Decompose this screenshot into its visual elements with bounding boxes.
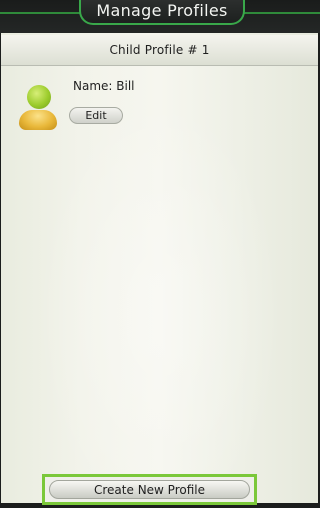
profiles-panel: Child Profile # 1 Name: Bill Edit xyxy=(1,33,318,503)
page-title-pill: Manage Profiles xyxy=(79,0,245,25)
page-title: Manage Profiles xyxy=(96,0,228,20)
profile-entry: Name: Bill Edit xyxy=(19,75,299,165)
avatar-head xyxy=(27,85,51,109)
avatar-body xyxy=(19,110,57,130)
create-new-profile-button[interactable]: Create New Profile xyxy=(49,480,250,499)
manage-profiles-screen: Manage Profiles Child Profile # 1 Name: … xyxy=(0,0,320,508)
section-header: Child Profile # 1 xyxy=(1,35,318,66)
edit-profile-button[interactable]: Edit xyxy=(69,107,123,124)
person-icon xyxy=(19,85,57,131)
create-profile-highlight: Create New Profile xyxy=(42,474,257,505)
section-title: Child Profile # 1 xyxy=(109,43,210,57)
profile-name: Name: Bill xyxy=(73,79,135,93)
